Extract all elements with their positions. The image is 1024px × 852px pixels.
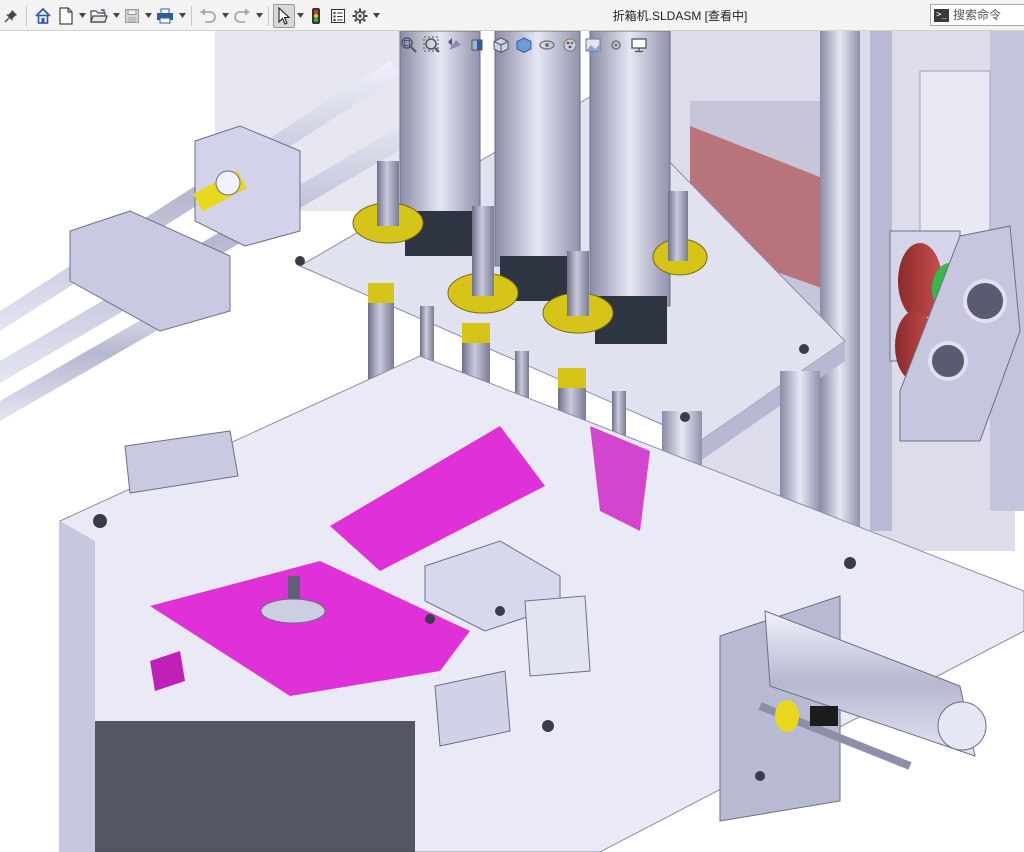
guide-rod-1-bushing bbox=[368, 283, 394, 303]
flange-shaft-3 bbox=[567, 251, 589, 316]
flange-shaft-1 bbox=[377, 161, 399, 226]
lower-suction-cup bbox=[260, 598, 326, 624]
chevron-down-icon[interactable] bbox=[295, 4, 305, 28]
bearing-lower bbox=[928, 341, 968, 381]
select-pointer-button[interactable] bbox=[273, 3, 295, 28]
pin-icon bbox=[4, 9, 18, 23]
gear-icon bbox=[352, 8, 368, 24]
flange-shaft-2 bbox=[472, 206, 494, 296]
guide-rod-3-bushing bbox=[558, 368, 586, 388]
chevron-down-icon[interactable] bbox=[254, 4, 264, 28]
title-toolbar-bar: 折箱机.SLDASM [查看中] >_ bbox=[0, 0, 1024, 31]
traffic-light-button[interactable] bbox=[305, 4, 327, 28]
chevron-down-icon[interactable] bbox=[220, 4, 230, 28]
home-icon bbox=[34, 7, 52, 25]
zoom-area-icon[interactable] bbox=[421, 34, 443, 56]
table-opening bbox=[95, 721, 415, 852]
frame-column-right bbox=[820, 31, 860, 551]
print-button[interactable] bbox=[153, 4, 177, 28]
file-properties-icon bbox=[330, 8, 346, 24]
yellow-coupling-right bbox=[775, 700, 799, 732]
traffic-light-icon bbox=[311, 7, 321, 25]
cylinder-end-cap bbox=[937, 701, 987, 751]
flange-shaft-4 bbox=[668, 191, 688, 261]
view-orientation-icon[interactable] bbox=[490, 34, 512, 56]
command-prompt-icon: >_ bbox=[934, 8, 949, 22]
gear-button[interactable] bbox=[349, 4, 371, 28]
toolbar-separator bbox=[268, 5, 269, 26]
open-folder-button[interactable] bbox=[87, 4, 111, 28]
vertical-cylinder-1 bbox=[399, 31, 481, 217]
scene-icon[interactable] bbox=[582, 34, 604, 56]
appearance-icon[interactable] bbox=[559, 34, 581, 56]
search-input[interactable] bbox=[953, 8, 1023, 22]
view-settings-icon[interactable] bbox=[605, 34, 627, 56]
front-guide-block bbox=[524, 595, 591, 677]
monitor-icon[interactable] bbox=[628, 34, 650, 56]
rod-clevis-black bbox=[810, 706, 838, 726]
new-document-icon bbox=[58, 6, 74, 25]
guide-rod-2-bushing bbox=[462, 323, 490, 343]
bearing-upper bbox=[963, 279, 1007, 323]
hide-show-icon[interactable] bbox=[536, 34, 558, 56]
toolbar-separator bbox=[26, 5, 27, 26]
quick-access-toolbar bbox=[0, 0, 381, 31]
previous-view-icon[interactable] bbox=[444, 34, 466, 56]
save-button[interactable] bbox=[121, 4, 143, 28]
search-box[interactable]: >_ bbox=[930, 4, 1024, 26]
display-style-icon[interactable] bbox=[513, 34, 535, 56]
file-properties-button[interactable] bbox=[327, 4, 349, 28]
left-flange-bore bbox=[215, 170, 241, 196]
assembly-model[interactable] bbox=[0, 31, 1024, 852]
toolbar-separator bbox=[191, 5, 192, 26]
redo-icon bbox=[233, 8, 251, 24]
window-title: 折箱机.SLDASM [查看中] bbox=[612, 9, 748, 23]
heads-up-view-toolbar bbox=[398, 33, 674, 57]
chevron-down-icon[interactable] bbox=[111, 4, 121, 28]
print-icon bbox=[156, 8, 174, 24]
chevron-down-icon[interactable] bbox=[371, 4, 381, 28]
new-document-button[interactable] bbox=[55, 4, 77, 28]
chevron-down-icon[interactable] bbox=[77, 4, 87, 28]
home-button[interactable] bbox=[31, 4, 55, 28]
select-pointer-icon bbox=[277, 6, 291, 25]
graphics-viewport[interactable] bbox=[0, 31, 1024, 852]
redo-button[interactable] bbox=[230, 4, 254, 28]
pin-button[interactable] bbox=[0, 4, 22, 28]
undo-button[interactable] bbox=[196, 4, 220, 28]
vertical-cylinder-2 bbox=[494, 31, 581, 267]
undo-icon bbox=[199, 8, 217, 24]
open-folder-icon bbox=[90, 8, 108, 24]
table-leg-left bbox=[60, 521, 95, 852]
chevron-down-icon[interactable] bbox=[143, 4, 153, 28]
save-icon bbox=[124, 8, 140, 24]
section-view-icon[interactable] bbox=[467, 34, 489, 56]
frame-column-far-right bbox=[870, 31, 892, 531]
zoom-to-fit-icon[interactable] bbox=[398, 34, 420, 56]
chevron-down-icon[interactable] bbox=[177, 4, 187, 28]
